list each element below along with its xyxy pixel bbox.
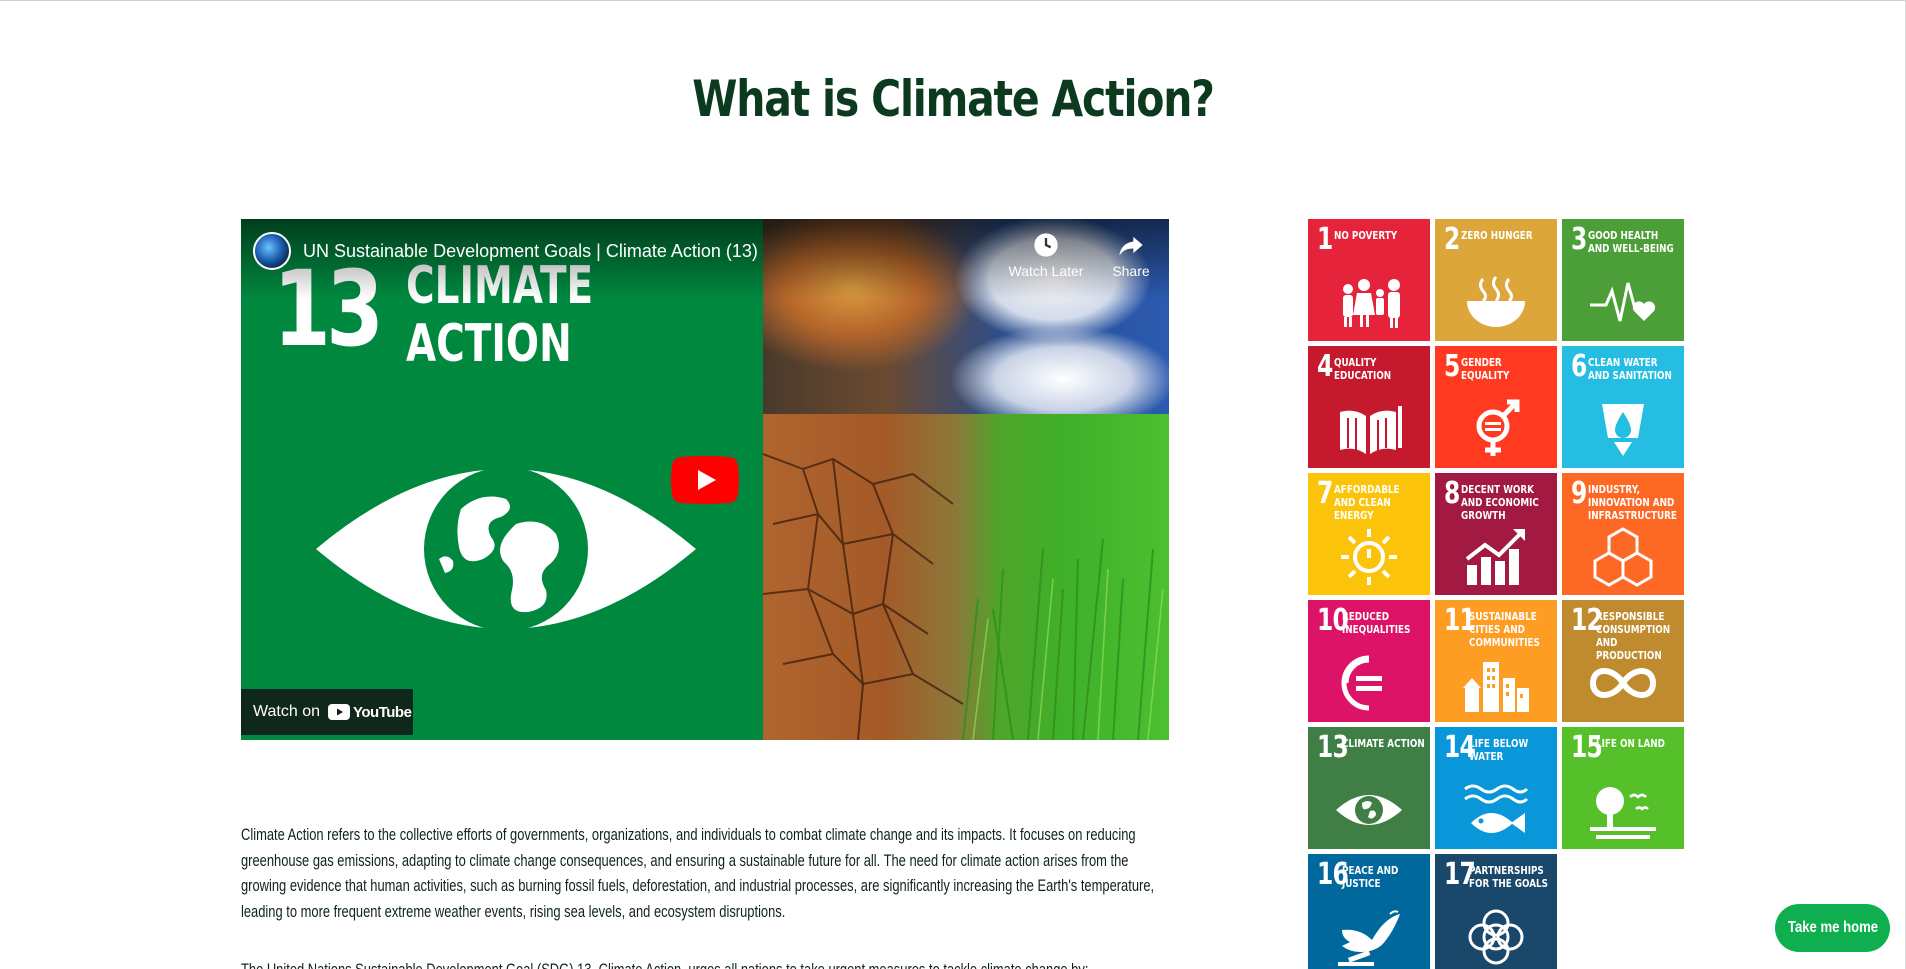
sdg-tile-number: 7 xyxy=(1317,476,1333,511)
sdg-tile-17[interactable]: 17 Partnerships for the goals xyxy=(1435,854,1557,969)
watch-on-youtube-button[interactable]: Watch on YouTube xyxy=(241,689,413,735)
bowl-icon xyxy=(1461,271,1531,333)
sdg-tile-5[interactable]: 5 Gender equality xyxy=(1435,346,1557,468)
sdg-tile-9[interactable]: 9 Industry, innovation and infrastructure xyxy=(1562,473,1684,595)
share-button[interactable]: Share xyxy=(1096,231,1166,279)
sdg-tile-number: 1 xyxy=(1317,222,1333,257)
share-arrow-icon xyxy=(1119,236,1143,256)
watch-on-label: Watch on xyxy=(253,703,320,720)
tree-icon xyxy=(1588,779,1658,841)
book-icon xyxy=(1334,398,1404,460)
sdg-tile-10[interactable]: 10 Reduced inequalities xyxy=(1308,600,1430,722)
sdg13-paragraph: The United Nations Sustainable Developme… xyxy=(241,957,1168,969)
sdg-tile-15[interactable]: 15 Life on land xyxy=(1562,727,1684,849)
watch-later-button[interactable]: Watch Later xyxy=(1001,231,1091,279)
sdg-tile-2[interactable]: 2 Zero hunger xyxy=(1435,219,1557,341)
page-title: What is Climate Action? xyxy=(692,70,1215,128)
sdg-tile-4[interactable]: 4 Quality education xyxy=(1308,346,1430,468)
sdg-tile-label: Clean water and sanitation xyxy=(1588,356,1672,382)
clock-icon xyxy=(1034,233,1058,257)
youtube-wordmark: YouTube xyxy=(353,703,412,721)
rings-icon xyxy=(1461,906,1531,968)
sdg-tile-number: 6 xyxy=(1571,349,1587,384)
sdg-tile-number: 5 xyxy=(1444,349,1460,384)
share-label: Share xyxy=(1112,263,1150,279)
sdg-tile-3[interactable]: 3 Good health and well-being xyxy=(1562,219,1684,341)
sdg-tile-label: Good health and well-being xyxy=(1588,229,1674,255)
sdg-tile-11[interactable]: 11 Sustainable cities and communities xyxy=(1435,600,1557,722)
youtube-video-embed[interactable]: 13 CLIMATE ACTION xyxy=(241,219,1169,740)
sdg-tile-label: Quality education xyxy=(1334,356,1392,382)
sdg-tile-label: Partnerships for the goals xyxy=(1469,864,1548,890)
heartbeat-icon xyxy=(1588,271,1658,333)
cubes-icon xyxy=(1588,525,1658,587)
sdg-tile-1[interactable]: 1 No poverty xyxy=(1308,219,1430,341)
sdg-goals-grid: 1 No poverty 2 Zero hunger 3 Good health and … xyxy=(1308,219,1684,969)
water-drop-icon xyxy=(1588,398,1658,460)
family-icon xyxy=(1334,271,1404,333)
sdg-tile-6[interactable]: 6 Clean water and sanitation xyxy=(1562,346,1684,468)
sdg-tile-number: 2 xyxy=(1444,222,1460,257)
gender-icon xyxy=(1461,398,1531,460)
watch-later-label: Watch Later xyxy=(1008,263,1084,279)
play-button[interactable] xyxy=(671,456,739,504)
sdg-tile-label: Gender equality xyxy=(1461,356,1510,382)
youtube-logo: YouTube xyxy=(328,703,412,721)
take-me-home-label: Take me home xyxy=(1787,919,1878,936)
infinity-icon xyxy=(1588,652,1658,714)
sdg-tile-label: Reduced inequalities xyxy=(1342,610,1411,636)
intro-paragraph: Climate Action refers to the collective … xyxy=(241,825,1155,921)
sdg-tile-label: Life on land xyxy=(1596,737,1665,750)
take-me-home-button[interactable]: Take me home xyxy=(1775,904,1890,952)
sdg-tile-16[interactable]: 16 Peace and justice xyxy=(1308,854,1430,969)
sdg-tile-8[interactable]: 8 Decent work and economic growth xyxy=(1435,473,1557,595)
sdg-tile-label: Industry, innovation and infrastructure xyxy=(1588,483,1677,522)
channel-avatar[interactable] xyxy=(253,232,291,270)
sdg-tile-label: Decent work and economic growth xyxy=(1461,483,1539,522)
video-title-link[interactable]: UN Sustainable Development Goals | Clima… xyxy=(303,241,758,262)
sdg-tile-label: Life below water xyxy=(1469,737,1529,763)
sdg-tile-12[interactable]: 12 Responsible consumption and production xyxy=(1562,600,1684,722)
sun-power-icon xyxy=(1334,525,1404,587)
sdg-tile-label: Affordable and clean energy xyxy=(1334,483,1400,522)
growth-chart-icon xyxy=(1461,525,1531,587)
thumbnail-goal-line-2: ACTION xyxy=(406,314,572,374)
sdg-tile-14[interactable]: 14 Life below water xyxy=(1435,727,1557,849)
sdg-tile-label: Peace and justice xyxy=(1342,864,1399,890)
sdg-tile-number: 9 xyxy=(1571,476,1587,511)
sdg-tile-7[interactable]: 7 Affordable and clean energy xyxy=(1308,473,1430,595)
equals-circle-icon xyxy=(1334,652,1404,714)
buildings-icon xyxy=(1461,652,1531,714)
sdg-tile-number: 3 xyxy=(1571,222,1587,257)
dove-icon xyxy=(1334,906,1404,968)
youtube-play-icon xyxy=(328,704,350,720)
top-divider xyxy=(0,0,1906,1)
sdg-tile-number: 4 xyxy=(1317,349,1333,384)
sdg-tile-label: Sustainable cities and communities xyxy=(1469,610,1540,649)
eye-globe-icon xyxy=(1334,779,1404,841)
sdg-tile-label: Climate action xyxy=(1342,737,1425,750)
sdg-tile-13[interactable]: 13 Climate action xyxy=(1308,727,1430,849)
sdg-tile-label: No poverty xyxy=(1334,229,1398,242)
sdg-tile-number: 8 xyxy=(1444,476,1460,511)
eye-globe-icon xyxy=(316,467,696,631)
fish-icon xyxy=(1461,779,1531,841)
sdg-tile-label: Zero hunger xyxy=(1461,229,1533,242)
